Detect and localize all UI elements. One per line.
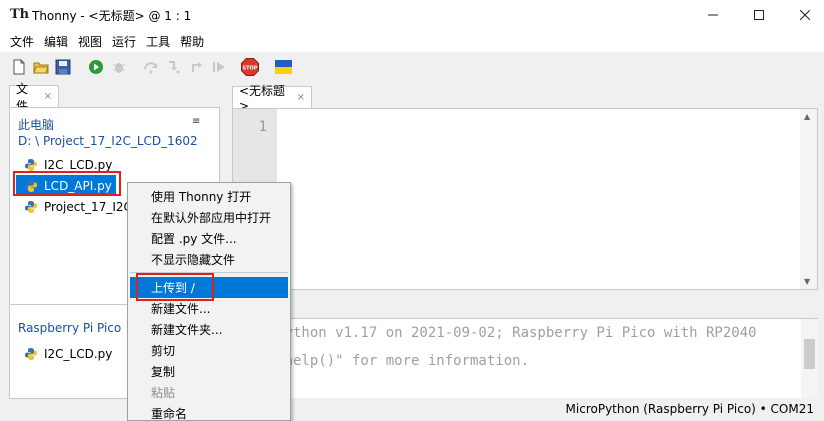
editor-scrollbar[interactable]: ▲ ▼	[800, 109, 817, 289]
tab-close-icon[interactable]: ×	[44, 91, 52, 102]
local-path-breadcrumb[interactable]: D: \ Project_17_I2C_LCD_1602	[18, 134, 198, 148]
this-computer-title: 此电脑	[18, 118, 55, 132]
python-file-icon	[25, 179, 37, 192]
save-icon[interactable]	[55, 59, 71, 75]
interpreter-status[interactable]: MicroPython (Raspberry Pi Pico) • COM21	[566, 402, 814, 416]
thonny-logo-icon: Th	[10, 7, 30, 22]
ctx-configure-py[interactable]: 配置 .py 文件...	[130, 228, 288, 249]
close-icon	[800, 10, 810, 20]
ctx-hide-hidden-files[interactable]: 不显示隐藏文件	[130, 249, 288, 270]
python-file-icon	[25, 158, 37, 171]
shell-line: MicroPython v1.17 on 2021-09-02; Raspber…	[234, 325, 757, 341]
step-over-icon	[144, 62, 157, 74]
step-into-icon	[169, 61, 180, 74]
menu-edit[interactable]: 编辑	[39, 33, 73, 50]
menu-file[interactable]: 文件	[5, 33, 39, 50]
status-bar: MicroPython (Raspberry Pi Pico) • COM21	[0, 399, 824, 421]
code-editor[interactable]: 1 ▲ ▼	[232, 108, 818, 290]
maximize-icon	[754, 10, 764, 20]
file-row[interactable]: I2C_LCD.py	[16, 154, 116, 175]
menu-separator	[130, 272, 288, 273]
panel-menu-icon[interactable]: ≡	[192, 116, 200, 127]
file-name: I2C_LCD.py	[44, 346, 113, 361]
ctx-open-in-thonny[interactable]: 使用 Thonny 打开	[130, 186, 288, 207]
python-file-icon	[25, 347, 37, 360]
minimize-button[interactable]	[690, 0, 736, 30]
file-name: I2C_LCD.py	[44, 157, 113, 172]
stop-icon[interactable]: STOP	[241, 58, 259, 76]
ctx-new-folder[interactable]: 新建文件夹...	[130, 319, 288, 340]
scroll-thumb[interactable]	[804, 339, 815, 369]
run-icon[interactable]	[88, 59, 104, 75]
scroll-up-icon[interactable]: ▲	[804, 112, 810, 121]
close-button[interactable]	[782, 0, 824, 30]
ctx-new-file[interactable]: 新建文件...	[130, 298, 288, 319]
new-file-icon[interactable]	[11, 59, 27, 75]
window-title: Thonny - <无标题> @ 1 : 1	[32, 8, 192, 23]
tab-files[interactable]: 文件 ×	[9, 82, 59, 113]
minimize-icon	[708, 14, 718, 16]
svg-text:STOP: STOP	[243, 66, 258, 72]
open-file-icon[interactable]	[33, 59, 49, 75]
ctx-cut[interactable]: 剪切	[130, 340, 288, 361]
file-row-selected[interactable]: LCD_API.py	[16, 175, 116, 196]
ctx-open-external[interactable]: 在默认外部应用中打开	[130, 207, 288, 228]
ctx-upload-to[interactable]: 上传到 /	[130, 277, 288, 298]
debug-icon	[113, 63, 125, 73]
ctx-copy[interactable]: 复制	[130, 361, 288, 382]
tab-close-icon[interactable]: ×	[297, 92, 305, 103]
ctx-paste: 粘贴	[151, 386, 176, 400]
resume-icon	[213, 62, 225, 72]
ctx-rename[interactable]: 重命名	[130, 403, 288, 421]
menu-run[interactable]: 运行	[107, 33, 141, 50]
ukraine-flag-icon[interactable]	[275, 60, 292, 74]
title-bar: Th Thonny - <无标题> @ 1 : 1	[0, 0, 824, 30]
step-out-icon	[192, 62, 202, 72]
shell-scrollbar[interactable]	[801, 319, 818, 398]
device-title: Raspberry Pi Pico	[18, 321, 122, 335]
context-menu: 使用 Thonny 打开 在默认外部应用中打开 配置 .py 文件... 不显示…	[127, 182, 291, 421]
menu-view[interactable]: 视图	[73, 33, 107, 50]
maximize-button[interactable]	[736, 0, 782, 30]
toolbar: STOP	[0, 52, 824, 82]
menu-bar: 文件 编辑 视图 运行 工具 帮助	[0, 30, 824, 52]
line-number: 1	[258, 119, 267, 135]
file-name: LCD_API.py	[44, 178, 112, 193]
shell-panel[interactable]: MicroPython v1.17 on 2021-09-02; Raspber…	[232, 318, 818, 398]
scroll-down-icon[interactable]: ▼	[804, 277, 810, 286]
tab-untitled[interactable]: <无标题> ×	[232, 84, 312, 113]
menu-tools[interactable]: 工具	[141, 33, 175, 50]
device-file-row[interactable]: I2C_LCD.py	[16, 343, 116, 364]
menu-help[interactable]: 帮助	[175, 33, 209, 50]
python-file-icon	[25, 200, 37, 213]
